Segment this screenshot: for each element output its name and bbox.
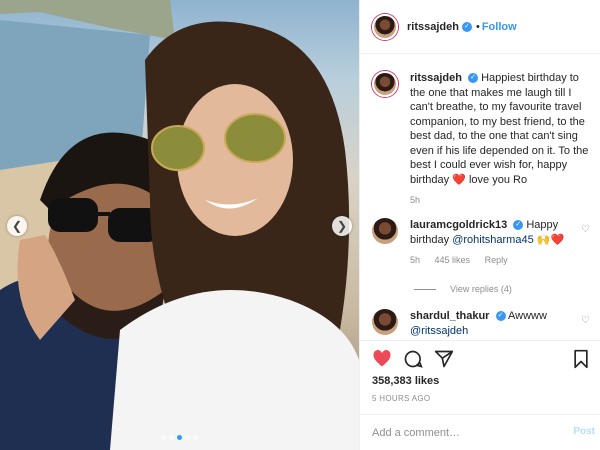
carousel-next-button[interactable]: ❯ [332, 216, 352, 236]
caption-body: ritssajdeh ✓ Happiest birthday to the on… [410, 71, 590, 208]
comments-section[interactable]: ritssajdeh ✓ Happiest birthday to the on… [360, 55, 600, 339]
carousel-dot [193, 435, 198, 440]
post-time[interactable]: 5 HOURS AGO [372, 394, 430, 403]
header-separator: • [475, 20, 480, 33]
caption-username[interactable]: ritssajdeh [410, 72, 462, 84]
post-comment-button[interactable]: Post [573, 426, 595, 437]
author-avatar[interactable] [372, 13, 398, 40]
comment-emoji: 🙌❤️ [536, 233, 565, 246]
verified-icon: ✓ [461, 21, 472, 32]
comment-item: lauramcgoldrick13 ✓ Happy birthday @rohi… [372, 218, 590, 268]
carousel-dot [161, 435, 166, 440]
add-comment-bar: Post [360, 414, 600, 450]
comment-input[interactable] [372, 425, 562, 441]
heart-icon[interactable] [372, 349, 392, 369]
comment-item: shardul_thakur ✓ Awwww @ritssajdeh ♡ [372, 309, 590, 338]
follow-button[interactable]: Follow [482, 21, 517, 33]
comment-like-icon[interactable]: ♡ [581, 224, 590, 235]
verified-icon: ✓ [513, 220, 524, 231]
carousel-dot [177, 435, 182, 440]
comment-body: shardul_thakur ✓ Awwww @ritssajdeh [410, 309, 590, 338]
commenter-username[interactable]: lauramcgoldrick13 [410, 219, 507, 231]
verified-icon: ✓ [468, 73, 479, 84]
share-icon[interactable] [434, 349, 454, 369]
post-photo[interactable]: ❮ ❯ [0, 0, 359, 450]
caption-avatar[interactable] [372, 71, 398, 97]
bookmark-icon[interactable] [571, 349, 591, 369]
caption-text: Happiest birthday to the one that makes … [410, 72, 589, 186]
view-replies-button[interactable]: View replies (4) [414, 284, 512, 294]
reply-button[interactable]: Reply [485, 255, 508, 265]
chevron-left-icon: ❮ [11, 219, 23, 233]
likes-count[interactable]: 358,383 likes [372, 375, 439, 387]
post-side-panel: ritssajdeh ✓ • Follow ritssajdeh ✓ Happi… [359, 0, 600, 450]
comment-time: 5h [410, 255, 421, 265]
action-icons [372, 349, 591, 369]
carousel-dot [185, 435, 190, 440]
chevron-right-icon: ❯ [336, 219, 348, 233]
carousel-dots [0, 435, 359, 440]
caption-time: 5h [410, 195, 421, 205]
comment-body: lauramcgoldrick13 ✓ Happy birthday @rohi… [410, 218, 590, 268]
carousel-prev-button[interactable]: ❮ [7, 216, 27, 236]
carousel-dot [169, 435, 174, 440]
selfie-image [0, 0, 359, 450]
comment-text: Awwww [507, 310, 547, 322]
caption-meta: 5h [410, 193, 590, 208]
verified-icon: ✓ [495, 311, 506, 322]
comment-mention[interactable]: @ritssajdeh [410, 325, 468, 337]
view-replies-label: View replies (4) [450, 284, 512, 294]
post-actions: 358,383 likes 5 HOURS AGO Post [360, 340, 600, 450]
caption-text-end: love you Ro [468, 173, 528, 186]
red-heart-emoji: ❤️ [452, 173, 466, 186]
comment-likes[interactable]: 445 likes [435, 255, 471, 265]
comment-meta: 5h 445 likes Reply [410, 253, 590, 268]
commenter-username[interactable]: shardul_thakur [410, 310, 489, 322]
comment-like-icon[interactable]: ♡ [581, 315, 590, 326]
comment-mention[interactable]: @rohitsharma45 [452, 234, 533, 246]
commenter-avatar[interactable] [372, 309, 398, 335]
caption: ritssajdeh ✓ Happiest birthday to the on… [372, 71, 590, 208]
author-username[interactable]: ritssajdeh [407, 21, 459, 33]
post-header: ritssajdeh ✓ • Follow [360, 0, 600, 54]
commenter-avatar[interactable] [372, 218, 398, 244]
comment-icon[interactable] [403, 349, 423, 369]
